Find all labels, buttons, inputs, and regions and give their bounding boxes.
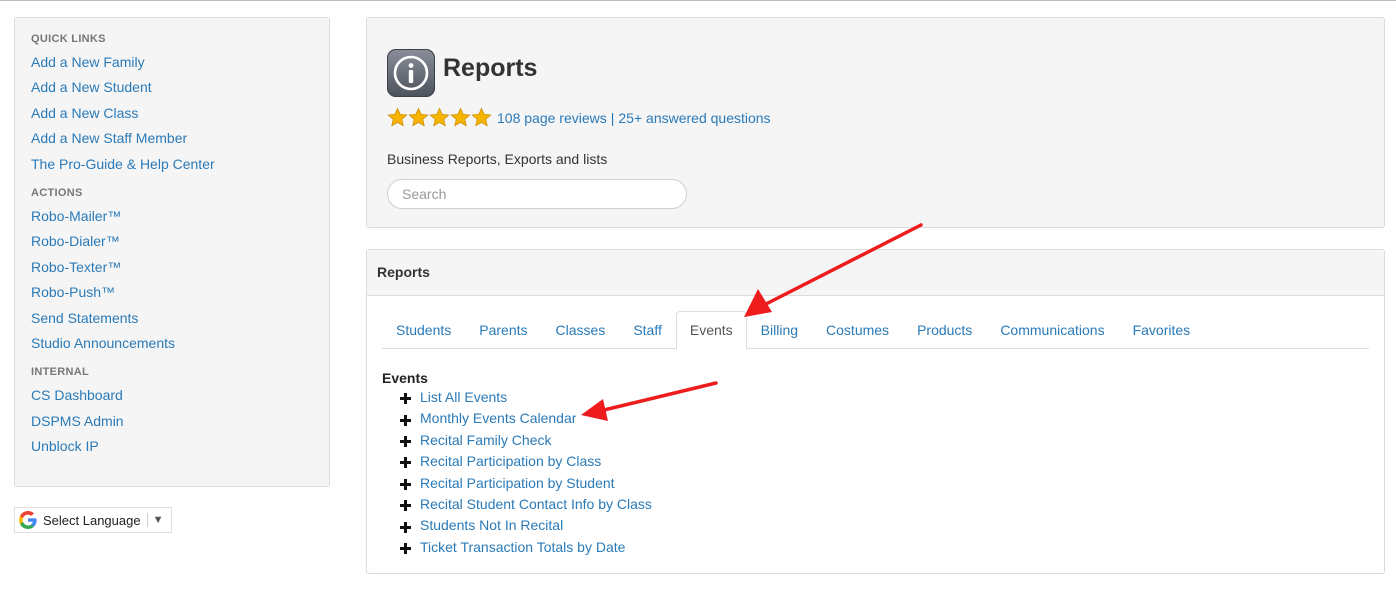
sidebar-link[interactable]: Robo-Texter™ <box>31 259 121 275</box>
sidebar-link[interactable]: DSPMS Admin <box>31 413 124 429</box>
report-link[interactable]: Recital Student Contact Info by Class <box>420 494 652 515</box>
tab-communications[interactable]: Communications <box>986 311 1118 349</box>
sidebar-section-internal: INTERNAL CS Dashboard DSPMS Admin Unblock I… <box>31 365 329 459</box>
sidebar-section-heading: INTERNAL <box>31 366 90 379</box>
plus-icon[interactable] <box>400 393 411 405</box>
list-item: Ticket Transaction Totals by Date <box>400 537 652 558</box>
report-link[interactable]: List All Events <box>420 387 507 408</box>
tab-products[interactable]: Products <box>903 311 986 349</box>
list-item: Recital Student Contact Info by Class <box>400 494 652 515</box>
section-title: Events <box>382 370 428 386</box>
sidebar-link[interactable]: Robo-Dialer™ <box>31 233 120 249</box>
plus-icon[interactable] <box>400 414 411 426</box>
star-icon <box>387 107 408 127</box>
language-selector[interactable]: Select Language ▼ <box>14 507 172 533</box>
tab-classes[interactable]: Classes <box>542 311 620 349</box>
sidebar-section-heading: QUICK LINKS <box>31 33 106 45</box>
sidebar-link[interactable]: Add a New Student <box>31 79 152 95</box>
report-link[interactable]: Recital Participation by Student <box>420 473 615 494</box>
list-item: Recital Family Check <box>400 430 652 451</box>
sidebar-section-quick-links: QUICK LINKS Add a New Family Add a New Stu… <box>31 32 329 177</box>
sidebar-link[interactable]: Studio Announcements <box>31 335 175 351</box>
info-icon <box>387 49 435 97</box>
plus-icon[interactable] <box>400 542 411 554</box>
report-link[interactable]: Monthly Events Calendar <box>420 408 576 429</box>
report-list: List All Events Monthly Events Calendar Re… <box>400 387 652 558</box>
plus-icon[interactable] <box>400 500 411 512</box>
sidebar-link-list: Add a New Family Add a New Student Add a N… <box>31 50 329 177</box>
google-icon <box>19 511 37 529</box>
star-icon <box>471 107 492 127</box>
panel-title: Reports <box>367 250 1384 296</box>
sidebar: QUICK LINKS Add a New Family Add a New Stu… <box>14 17 330 487</box>
plus-icon[interactable] <box>400 457 411 469</box>
plus-icon[interactable] <box>400 435 411 447</box>
sidebar-section-heading: ACTIONS <box>31 187 83 200</box>
tab-events[interactable]: Events <box>675 311 747 350</box>
sidebar-link[interactable]: Robo-Mailer™ <box>31 208 121 224</box>
sidebar-link[interactable]: CS Dashboard <box>31 387 123 403</box>
report-link[interactable]: Recital Family Check <box>420 430 551 451</box>
report-link[interactable]: Recital Participation by Class <box>420 451 601 472</box>
sidebar-link[interactable]: Unblock IP <box>31 438 99 454</box>
report-tabs: Students Parents Classes Staff Events Billing… <box>382 311 1369 350</box>
page-title: Reports <box>443 54 538 82</box>
plus-icon[interactable] <box>400 521 411 533</box>
sidebar-section-actions: ACTIONS Robo-Mailer™ Robo-Dialer™ Robo-Text… <box>31 186 329 356</box>
sidebar-link-list: CS Dashboard DSPMS Admin Unblock IP <box>31 383 329 459</box>
report-link[interactable]: Students Not In Recital <box>420 515 563 536</box>
sidebar-link[interactable]: Add a New Staff Member <box>31 130 187 146</box>
star-rating <box>387 107 492 128</box>
triangle-down-icon: ▼ <box>152 514 164 526</box>
list-item: List All Events <box>400 387 652 408</box>
tab-students[interactable]: Students <box>382 311 465 349</box>
list-item: Recital Participation by Student <box>400 473 652 494</box>
separator: | <box>610 109 615 126</box>
plus-icon[interactable] <box>400 478 411 490</box>
language-label: Select Language <box>43 512 141 528</box>
answered-questions-link[interactable]: 25+ answered questions <box>618 110 770 126</box>
star-icon <box>408 107 429 127</box>
header-panel: Reports 108 page reviews | 25+ answered … <box>366 17 1385 228</box>
star-icon <box>450 107 471 127</box>
report-link[interactable]: Ticket Transaction Totals by Date <box>420 537 625 558</box>
sidebar-link[interactable]: Robo-Push™ <box>31 284 115 300</box>
reports-panel: Reports Students Parents Classes Staff Event… <box>366 249 1385 574</box>
sidebar-link-list: Robo-Mailer™ Robo-Dialer™ Robo-Texter™ Robo… <box>31 204 329 356</box>
star-icon <box>429 107 450 127</box>
divider <box>146 513 148 527</box>
sidebar-link[interactable]: Send Statements <box>31 310 138 326</box>
page-reviews-link[interactable]: 108 page reviews <box>497 110 607 126</box>
tab-parents[interactable]: Parents <box>465 311 541 349</box>
page-subtitle: Business Reports, Exports and lists <box>387 151 608 167</box>
rating-row: 108 page reviews | 25+ answered question… <box>387 107 771 128</box>
tab-staff[interactable]: Staff <box>619 311 676 349</box>
tab-billing[interactable]: Billing <box>747 311 812 349</box>
search-input[interactable] <box>387 179 687 209</box>
sidebar-link[interactable]: Add a New Class <box>31 105 138 121</box>
sidebar-link[interactable]: Add a New Family <box>31 54 145 70</box>
sidebar-link[interactable]: The Pro-Guide & Help Center <box>31 156 215 172</box>
list-item: Recital Participation by Class <box>400 451 652 472</box>
list-item: Monthly Events Calendar <box>400 408 652 429</box>
list-item: Students Not In Recital <box>400 515 652 536</box>
tab-favorites[interactable]: Favorites <box>1119 311 1205 349</box>
tab-costumes[interactable]: Costumes <box>812 311 903 349</box>
